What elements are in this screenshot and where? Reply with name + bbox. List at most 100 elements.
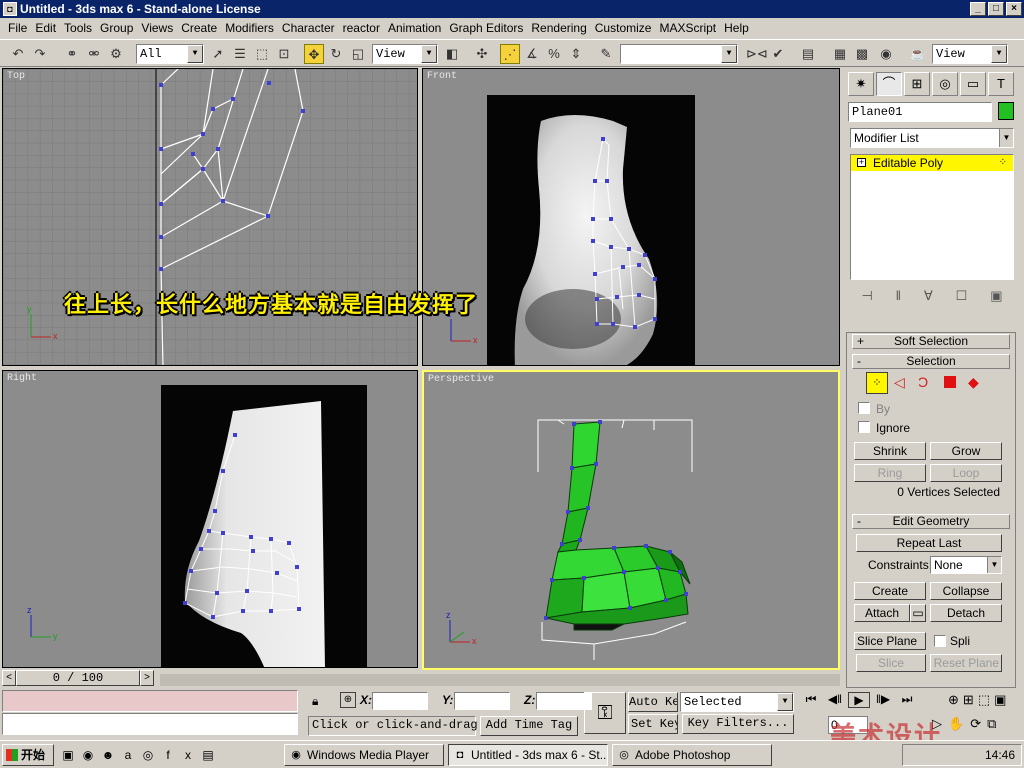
remove-modifier-icon[interactable]: ☐: [956, 288, 968, 304]
selection-rollout[interactable]: - Selection: [852, 354, 1010, 369]
align-icon[interactable]: ✔: [768, 44, 788, 64]
undo-icon[interactable]: ↶: [8, 44, 28, 64]
key-mode-dropdown[interactable]: Selected ▼: [680, 692, 794, 712]
edit-named-selections-icon[interactable]: ✎: [596, 44, 616, 64]
show-end-result-icon[interactable]: ‖: [896, 288, 901, 304]
go-to-end-icon[interactable]: ⏭: [896, 692, 918, 708]
maximize-button[interactable]: □: [988, 2, 1004, 16]
media-icon[interactable]: ◉: [80, 747, 96, 763]
redo-icon[interactable]: ↷: [30, 44, 50, 64]
select-manipulate-icon[interactable]: ✣: [472, 44, 492, 64]
clock[interactable]: 14:46: [985, 748, 1015, 762]
edge-mode-icon[interactable]: ◁: [894, 374, 905, 391]
menu-file[interactable]: File: [4, 21, 31, 35]
people-icon[interactable]: ☻: [100, 747, 116, 763]
soft-selection-rollout[interactable]: + Soft Selection: [852, 334, 1010, 349]
select-and-move-icon[interactable]: ✥: [304, 44, 324, 64]
time-prev-icon[interactable]: <: [2, 670, 16, 686]
shrink-button[interactable]: Shrink: [854, 442, 926, 460]
unlink-icon[interactable]: ⚮: [84, 44, 104, 64]
menu-maxscript[interactable]: MAXScript: [655, 21, 720, 35]
repeat-last-button[interactable]: Repeat Last: [856, 534, 1002, 552]
close-button[interactable]: ×: [1006, 2, 1022, 16]
expand-icon[interactable]: +: [857, 158, 866, 167]
menu-animation[interactable]: Animation: [384, 21, 445, 35]
maximize-viewport-icon[interactable]: ⧉: [987, 716, 996, 732]
menu-character[interactable]: Character: [278, 21, 339, 35]
border-mode-icon[interactable]: Ͻ: [918, 374, 928, 390]
detach-button[interactable]: Detach: [930, 604, 1002, 622]
rect-selection-icon[interactable]: ⬚: [252, 44, 272, 64]
hierarchy-tab-icon[interactable]: ⊞: [904, 72, 930, 96]
menu-create[interactable]: Create: [177, 21, 221, 35]
y-coord-field[interactable]: [454, 692, 510, 710]
collapse-button[interactable]: Collapse: [930, 582, 1002, 600]
viewport-front[interactable]: z x Front: [422, 68, 840, 366]
add-time-tag-button[interactable]: Add Time Tag: [480, 716, 578, 736]
curve-editor-icon[interactable]: ▦: [830, 44, 850, 64]
viewport-perspective[interactable]: z x Perspective: [422, 370, 840, 670]
viewport-right[interactable]: z y Right: [2, 370, 418, 668]
task-windows-media-player[interactable]: ◉ Windows Media Player: [284, 744, 444, 766]
select-object-icon[interactable]: ➚: [208, 44, 228, 64]
menu-help[interactable]: Help: [720, 21, 753, 35]
modifier-list-dropdown[interactable]: Modifier List ▼: [850, 128, 1014, 148]
stack-item-editable-poly[interactable]: + Editable Poly ⁘: [851, 155, 1013, 171]
material-editor-icon[interactable]: ◉: [876, 44, 896, 64]
display-tab-icon[interactable]: ▭: [960, 72, 986, 96]
angle-snap-icon[interactable]: ∡: [522, 44, 542, 64]
pin-stack-icon[interactable]: ⊣: [861, 288, 872, 304]
viewport-label-top[interactable]: Top: [7, 71, 25, 82]
render-view-dropdown[interactable]: View ▼: [932, 44, 1008, 64]
minimize-button[interactable]: _: [970, 2, 986, 16]
x-coord-field[interactable]: [372, 692, 428, 710]
viewport-label-right[interactable]: Right: [7, 373, 37, 384]
maxscript-input-mini[interactable]: [2, 713, 298, 735]
split-checkbox[interactable]: [934, 635, 946, 647]
arc-rotate-icon[interactable]: ⟳: [970, 716, 981, 732]
reference-coord-dropdown[interactable]: View ▼: [372, 44, 438, 64]
go-to-start-icon[interactable]: ⏮: [800, 692, 822, 708]
excel-icon[interactable]: x: [180, 747, 196, 763]
menu-customize[interactable]: Customize: [591, 21, 656, 35]
object-color-swatch[interactable]: [998, 102, 1014, 120]
render-scene-icon[interactable]: ☕: [908, 44, 928, 64]
next-frame-icon[interactable]: ‖▶: [872, 692, 894, 708]
vertex-mode-icon[interactable]: ⁘: [866, 372, 888, 394]
select-and-scale-icon[interactable]: ◱: [348, 44, 368, 64]
ignore-backfacing-checkbox[interactable]: [858, 421, 870, 433]
menu-group[interactable]: Group: [96, 21, 137, 35]
modify-tab-icon[interactable]: ⌒: [876, 72, 902, 96]
task-adobe-photoshop[interactable]: ◎ Adobe Photoshop: [612, 744, 772, 766]
font-icon[interactable]: a: [120, 747, 136, 763]
ring-button[interactable]: Ring: [854, 464, 926, 482]
reset-plane-button[interactable]: Reset Plane: [930, 654, 1002, 672]
create-button[interactable]: Create: [854, 582, 926, 600]
app-quick-icon[interactable]: ▤: [200, 747, 216, 763]
play-icon[interactable]: ▶: [848, 692, 870, 708]
previous-frame-icon[interactable]: ◀‖: [824, 692, 846, 708]
menu-tools[interactable]: Tools: [60, 21, 96, 35]
lock-selection-icon[interactable]: 🔒︎: [312, 694, 318, 709]
motion-tab-icon[interactable]: ◎: [932, 72, 958, 96]
menu-graph-editors[interactable]: Graph Editors: [445, 21, 527, 35]
utilities-tab-icon[interactable]: T: [988, 72, 1014, 96]
absolute-mode-icon[interactable]: ⊕: [340, 692, 356, 708]
slice-plane-button[interactable]: Slice Plane: [854, 632, 926, 650]
edit-geometry-rollout[interactable]: - Edit Geometry: [852, 514, 1010, 529]
configure-sets-icon[interactable]: ▣: [990, 288, 1002, 304]
zoom-extents-all-icon[interactable]: ▣: [994, 692, 1006, 708]
menu-views[interactable]: Views: [137, 21, 177, 35]
time-slider[interactable]: < 0 / 100 >: [0, 670, 158, 686]
attach-button[interactable]: Attach: [854, 604, 910, 622]
create-tab-icon[interactable]: ✷: [848, 72, 874, 96]
object-name-field[interactable]: Plane01: [848, 102, 992, 122]
menu-modifiers[interactable]: Modifiers: [221, 21, 278, 35]
key-filters-button[interactable]: Key Filters...: [682, 714, 794, 734]
element-mode-icon[interactable]: ◆: [968, 374, 979, 391]
viewport-label-front[interactable]: Front: [427, 71, 457, 82]
start-button[interactable]: 开始: [2, 744, 54, 766]
layer-manager-icon[interactable]: ▤: [798, 44, 818, 64]
viewport-label-perspective[interactable]: Perspective: [428, 374, 494, 385]
set-key-icon[interactable]: ⚿: [584, 692, 626, 734]
